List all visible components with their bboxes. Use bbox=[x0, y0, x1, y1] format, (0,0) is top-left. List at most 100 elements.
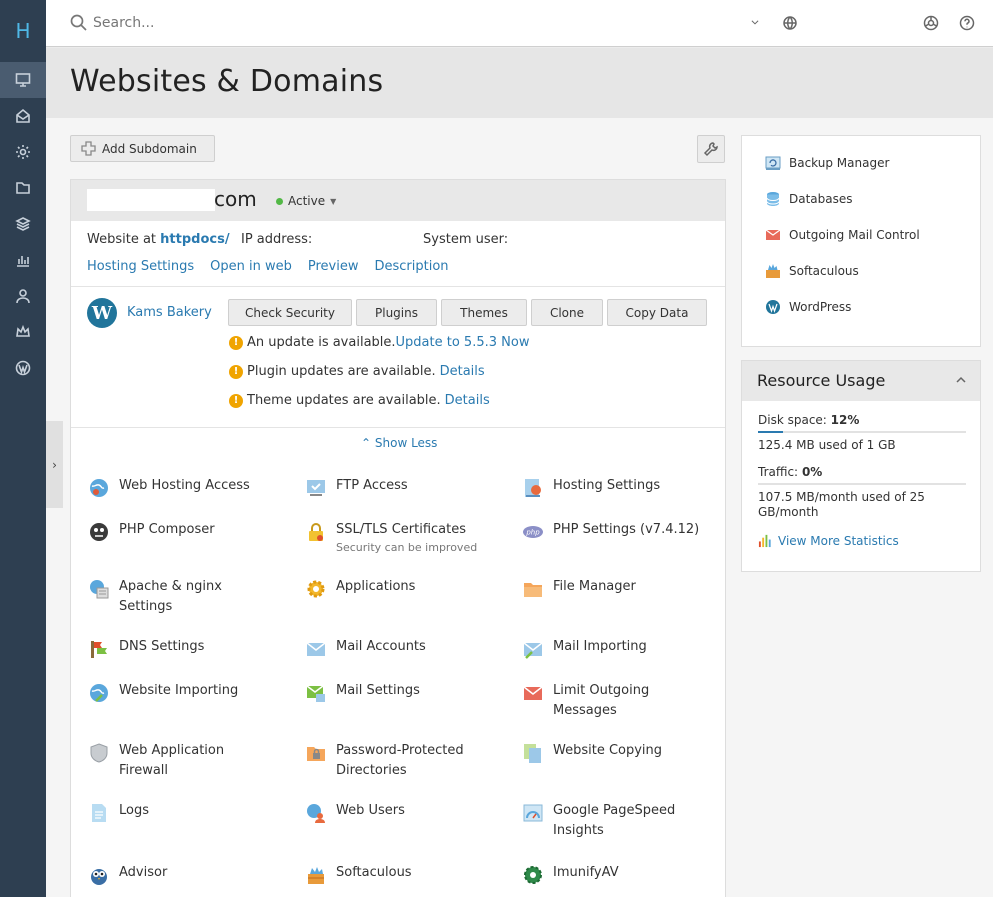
rail-websites-icon[interactable] bbox=[0, 62, 46, 98]
mail-limit-icon bbox=[521, 681, 545, 705]
bar-chart-icon bbox=[758, 534, 771, 548]
traffic-usage-bar bbox=[758, 483, 966, 485]
wp-site-name[interactable]: Kams Bakery bbox=[127, 305, 212, 320]
preview-link[interactable]: Preview bbox=[308, 259, 359, 274]
tool-apache-nginx[interactable]: Apache & nginx Settings bbox=[87, 577, 247, 617]
search-icon bbox=[70, 14, 87, 35]
plugins-button[interactable]: Plugins bbox=[356, 299, 437, 326]
redacted-domain bbox=[87, 189, 215, 211]
copy-icon bbox=[521, 741, 545, 765]
traffic-label: Traffic: 0% bbox=[758, 465, 823, 479]
databases-link[interactable]: Databases bbox=[765, 191, 853, 207]
add-subdomain-button[interactable]: Add Subdomain bbox=[70, 135, 215, 162]
expand-panel-handle[interactable]: › bbox=[46, 421, 63, 508]
copy-data-button[interactable]: Copy Data bbox=[607, 299, 707, 326]
owl-icon bbox=[87, 863, 111, 887]
check-security-button[interactable]: Check Security bbox=[228, 299, 352, 326]
tool-website-importing[interactable]: Website Importing bbox=[87, 681, 287, 705]
system-user-label: System user: bbox=[423, 232, 509, 247]
wordpress-icon bbox=[766, 300, 780, 314]
rail-user-icon[interactable] bbox=[0, 278, 46, 314]
backup-icon bbox=[765, 156, 781, 170]
lock-icon bbox=[304, 520, 328, 544]
outgoing-mail-control-link[interactable]: Outgoing Mail Control bbox=[765, 227, 920, 243]
imunify-icon bbox=[521, 863, 545, 887]
tool-ssl-tls[interactable]: SSL/TLS Certificates Security can be imp… bbox=[304, 520, 504, 556]
hosting-settings-link[interactable]: Hosting Settings bbox=[87, 259, 194, 274]
add-subdomain-label: Add Subdomain bbox=[102, 141, 197, 156]
themes-button[interactable]: Themes bbox=[441, 299, 527, 326]
tool-advisor[interactable]: Advisor bbox=[87, 863, 287, 887]
rail-wordpress-icon[interactable] bbox=[0, 350, 46, 386]
description-link[interactable]: Description bbox=[375, 259, 449, 274]
traffic-detail-1: 107.5 MB/month used of 25 bbox=[758, 490, 925, 504]
tool-website-copying[interactable]: Website Copying bbox=[521, 741, 721, 765]
update-now-link[interactable]: Update to 5.5.3 Now bbox=[396, 335, 530, 350]
open-in-web-link[interactable]: Open in web bbox=[210, 259, 292, 274]
plugin-details-link[interactable]: Details bbox=[440, 364, 485, 379]
globe-icon[interactable] bbox=[782, 15, 798, 35]
tool-php-settings[interactable]: php PHP Settings (v7.4.12) bbox=[521, 520, 721, 544]
show-less-link[interactable]: ⌃ Show Less bbox=[361, 436, 437, 450]
logs-icon bbox=[87, 801, 111, 825]
dns-icon bbox=[87, 637, 111, 661]
domain-links: Hosting Settings Open in web Preview Des… bbox=[87, 259, 449, 274]
tool-web-hosting-access[interactable]: Web Hosting Access bbox=[87, 476, 287, 500]
tool-file-manager[interactable]: File Manager bbox=[521, 577, 721, 601]
wrench-button[interactable] bbox=[697, 135, 725, 163]
ssl-status-note: Security can be improved bbox=[336, 541, 478, 554]
tool-ftp-access[interactable]: FTP Access bbox=[304, 476, 504, 500]
divider bbox=[71, 427, 725, 428]
app-logo[interactable]: H bbox=[0, 0, 46, 62]
clone-button[interactable]: Clone bbox=[531, 299, 603, 326]
chevron-up-icon[interactable] bbox=[956, 374, 966, 389]
database-icon bbox=[766, 192, 780, 206]
pagespeed-icon bbox=[521, 801, 545, 825]
web-users-icon bbox=[304, 801, 328, 825]
tool-php-composer[interactable]: PHP Composer bbox=[87, 520, 287, 544]
tool-password-protected[interactable]: Password-Protected Directories bbox=[304, 741, 484, 781]
rail-layers-icon[interactable] bbox=[0, 206, 46, 242]
search-input[interactable] bbox=[93, 11, 693, 35]
tool-mail-accounts[interactable]: Mail Accounts bbox=[304, 637, 504, 661]
globe-user-icon bbox=[87, 476, 111, 500]
extensions-icon[interactable] bbox=[923, 15, 939, 35]
tool-imunifyav[interactable]: ImunifyAV bbox=[521, 863, 721, 887]
rail-files-icon[interactable] bbox=[0, 170, 46, 206]
tool-softaculous[interactable]: Softaculous bbox=[304, 863, 504, 887]
tool-applications[interactable]: Applications bbox=[304, 577, 504, 601]
traffic-detail-2: GB/month bbox=[758, 505, 819, 519]
backup-manager-link[interactable]: Backup Manager bbox=[765, 155, 889, 171]
tool-pagespeed[interactable]: Google PageSpeed Insights bbox=[521, 801, 701, 841]
chevron-down-icon: ▼ bbox=[330, 196, 337, 206]
theme-details-link[interactable]: Details bbox=[445, 393, 490, 408]
rail-stats-icon[interactable] bbox=[0, 242, 46, 278]
warning-icon: ! bbox=[229, 393, 243, 408]
docroot-link[interactable]: httpdocs/ bbox=[160, 232, 229, 247]
rail-mail-icon[interactable] bbox=[0, 98, 46, 134]
tool-dns-settings[interactable]: DNS Settings bbox=[87, 637, 287, 661]
softaculous-link[interactable]: Softaculous bbox=[765, 263, 859, 279]
warning-icon: ! bbox=[229, 364, 243, 379]
resource-usage-header[interactable]: Resource Usage bbox=[742, 361, 980, 401]
rail-crown-icon[interactable] bbox=[0, 314, 46, 350]
tool-hosting-settings[interactable]: Hosting Settings bbox=[521, 476, 721, 500]
mail-icon bbox=[304, 637, 328, 661]
wordpress-link[interactable]: WordPress bbox=[765, 299, 851, 315]
tool-mail-settings[interactable]: Mail Settings bbox=[304, 681, 504, 705]
help-icon[interactable] bbox=[959, 15, 975, 35]
tool-limit-outgoing[interactable]: Limit Outgoing Messages bbox=[521, 681, 701, 721]
rail-settings-icon[interactable] bbox=[0, 134, 46, 170]
view-more-statistics-link[interactable]: View More Statistics bbox=[758, 533, 899, 548]
chevron-down-icon[interactable] bbox=[750, 16, 760, 31]
warning-icon: ! bbox=[229, 335, 243, 350]
mail-control-icon bbox=[765, 229, 781, 240]
domain-name[interactable]: com bbox=[214, 187, 257, 211]
disk-space-detail: 125.4 MB used of 1 GB bbox=[758, 438, 896, 452]
status-badge[interactable]: Active ▼ bbox=[276, 194, 336, 208]
tool-mail-importing[interactable]: Mail Importing bbox=[521, 637, 721, 661]
resource-usage-card: Resource Usage Disk space: 12% 125.4 MB … bbox=[741, 360, 981, 572]
tool-web-users[interactable]: Web Users bbox=[304, 801, 504, 825]
tool-logs[interactable]: Logs bbox=[87, 801, 287, 825]
tool-waf[interactable]: Web Application Firewall bbox=[87, 741, 257, 781]
